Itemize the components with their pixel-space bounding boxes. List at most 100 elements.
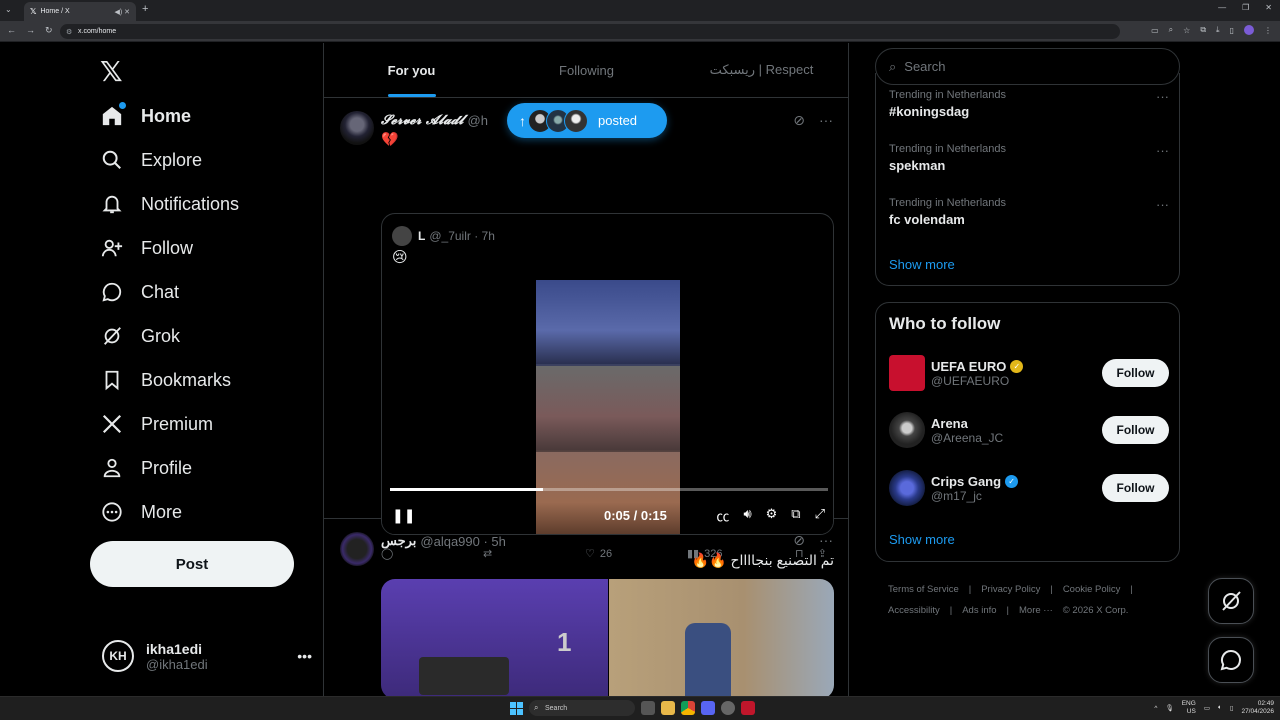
video-progress-bar[interactable] xyxy=(390,488,828,491)
account-switcher[interactable]: KH ikha1edi @ikha1edi ••• xyxy=(102,639,312,673)
windows-taskbar: Search ^ 🎙︎ ENG US ▭ 🔈︎ ▯ 02:49 27/04/20… xyxy=(0,696,1280,720)
footer-more-link[interactable]: More ··· xyxy=(1019,605,1053,616)
star-icon[interactable]: ☆ xyxy=(1183,26,1190,35)
sidebar-item-profile[interactable]: Profile xyxy=(100,453,192,483)
grok-icon[interactable]: ⊘ xyxy=(793,112,805,129)
more-dots-icon[interactable]: ··· xyxy=(1156,89,1169,104)
task-view-icon[interactable] xyxy=(641,701,655,715)
sidepanel-icon[interactable]: ▯ xyxy=(1230,26,1234,35)
battery-icon[interactable]: ▯ xyxy=(1230,704,1234,712)
video-player[interactable]: ❚❚ 0:05 / 0:15 ㏄ 🔊︎ ⚙ ⧉ ⤢ xyxy=(382,280,833,534)
quote-author-name[interactable]: L xyxy=(418,229,425,243)
tab-audio-icon[interactable]: ◀) ✕ xyxy=(114,8,130,16)
sidebar-item-grok[interactable]: Grok xyxy=(100,321,180,351)
follow-suggestion[interactable]: Arena @Areena_JC Follow xyxy=(889,411,1169,449)
menu-icon[interactable]: ⋮ xyxy=(1264,26,1272,35)
search-input[interactable]: ⌕ Search xyxy=(875,48,1180,85)
file-explorer-icon[interactable] xyxy=(661,701,675,715)
sidebar-item-bookmarks[interactable]: Bookmarks xyxy=(100,365,231,395)
who-to-follow-show-more-link[interactable]: Show more xyxy=(889,532,955,547)
browser-tab[interactable]: 𝕏 Home / X ◀) ✕ xyxy=(24,2,136,21)
minimize-icon[interactable]: — xyxy=(1218,3,1226,12)
tweet[interactable]: 𝓢𝓮𝓻𝓿𝓮𝓻 𝓐𝓵𝓪𝓭𝓵 @h ⊘ ··· 💔 L @_7uilr · 7h 😢 xyxy=(324,99,848,560)
site-info-icon[interactable]: ⚙ xyxy=(66,28,72,36)
more-dots-icon[interactable]: ··· xyxy=(1156,197,1169,212)
windows-start-icon[interactable] xyxy=(510,701,523,715)
sidebar-item-more[interactable]: More xyxy=(100,497,182,527)
more-dots-icon[interactable]: ••• xyxy=(297,648,312,664)
footer-link[interactable]: Cookie Policy xyxy=(1063,584,1121,595)
new-posts-pill[interactable]: ↑ posted xyxy=(507,103,667,138)
trend-item[interactable]: Trending in Netherlands spekman ··· xyxy=(889,143,1169,173)
author-name[interactable]: 𝓢𝓮𝓻𝓿𝓮𝓻 𝓐𝓵𝓪𝓭𝓵 xyxy=(381,113,464,128)
tweet-media[interactable]: 1 xyxy=(381,579,834,696)
media-image[interactable]: 1 xyxy=(381,579,608,696)
trends-show-more-link[interactable]: Show more xyxy=(889,257,955,272)
download-icon[interactable]: ⤓ xyxy=(1216,25,1220,35)
footer-link[interactable]: Accessibility xyxy=(888,605,940,616)
close-window-icon[interactable]: ✕ xyxy=(1265,3,1272,12)
quote-author-handle[interactable]: @_7uilr · 7h xyxy=(429,229,495,243)
network-icon[interactable]: ▭ xyxy=(1204,704,1210,712)
mic-icon[interactable]: 🎙︎ xyxy=(1165,704,1173,712)
x-logo-icon[interactable]: 𝕏 xyxy=(100,55,123,88)
follow-suggestion[interactable]: UEFA EURO ✓ @UEFAEURO Follow xyxy=(889,354,1169,392)
author-handle[interactable]: @alqa990 · 5h xyxy=(420,534,505,549)
new-tab-icon[interactable]: + xyxy=(142,3,148,15)
more-dots-icon[interactable]: ··· xyxy=(1156,143,1169,158)
trend-item[interactable]: Trending in Netherlands fc volendam ··· xyxy=(889,197,1169,227)
volume-icon[interactable]: 🔈︎ xyxy=(1218,704,1222,712)
more-dots-icon[interactable]: ··· xyxy=(819,532,833,549)
clock[interactable]: 02:49 27/04/2026 xyxy=(1241,700,1274,716)
sidebar-item-premium[interactable]: Premium xyxy=(100,409,213,439)
taskbar-search[interactable]: Search xyxy=(529,700,635,716)
browser-extensions: ▭ ⌕ ☆ ⧉ ⤓ ▯ ⋮ xyxy=(1151,25,1272,35)
app-icon[interactable] xyxy=(741,701,755,715)
restore-icon[interactable]: ❐ xyxy=(1242,3,1249,12)
tab-following[interactable]: Following xyxy=(499,43,674,97)
zoom-icon[interactable]: ⌕ xyxy=(1169,25,1173,35)
more-dots-icon[interactable]: ··· xyxy=(819,112,833,129)
grok-icon[interactable]: ⊘ xyxy=(793,532,805,549)
sidebar-item-follow[interactable]: Follow xyxy=(100,233,193,263)
chat-float-button[interactable] xyxy=(1208,637,1254,683)
author-name[interactable]: برجس xyxy=(381,533,416,549)
author-handle[interactable]: @h xyxy=(468,113,488,128)
sidebar-item-home[interactable]: Home xyxy=(100,101,191,131)
follow-suggestion[interactable]: Crips Gang ✓ @m17_jc Follow xyxy=(889,469,1169,507)
post-button[interactable]: Post xyxy=(90,541,294,587)
grok-float-button[interactable] xyxy=(1208,578,1254,624)
video-thumbnail-part xyxy=(536,366,680,450)
back-icon[interactable]: ← xyxy=(7,25,16,36)
quoted-tweet[interactable]: L @_7uilr · 7h 😢 ❚❚ 0:05 / 0:15 ㏄ 🔊︎ ⚙ ⧉… xyxy=(381,213,834,535)
profile-avatar-icon[interactable] xyxy=(1244,25,1254,35)
forward-icon[interactable]: → xyxy=(26,25,35,36)
language-indicator[interactable]: ENG US xyxy=(1182,700,1196,716)
chevron-up-icon[interactable]: ^ xyxy=(1154,705,1157,712)
suggestion-handle: @m17_jc xyxy=(931,488,982,503)
follow-button[interactable]: Follow xyxy=(1102,359,1169,387)
trend-topic: fc volendam xyxy=(889,212,965,227)
footer-link[interactable]: Privacy Policy xyxy=(981,584,1040,595)
steam-icon[interactable] xyxy=(721,701,735,715)
sidebar-item-notifications[interactable]: Notifications xyxy=(100,189,239,219)
avatar[interactable] xyxy=(340,532,374,566)
url-input[interactable]: ⚙ x.com/home xyxy=(60,24,1120,39)
footer-link[interactable]: Terms of Service xyxy=(888,584,959,595)
reload-icon[interactable]: ↻ xyxy=(45,25,53,36)
tab-search-icon[interactable]: ⌄ xyxy=(5,5,12,14)
tab-for-you[interactable]: For you xyxy=(324,43,499,97)
media-image[interactable] xyxy=(608,579,834,696)
sidebar-item-chat[interactable]: Chat xyxy=(100,277,179,307)
follow-button[interactable]: Follow xyxy=(1102,474,1169,502)
footer-link[interactable]: Ads info xyxy=(962,605,996,616)
extensions-icon[interactable]: ⧉ xyxy=(1200,25,1206,35)
discord-icon[interactable] xyxy=(701,701,715,715)
trend-item[interactable]: Trending in Netherlands #koningsdag ··· xyxy=(889,89,1169,119)
avatar[interactable] xyxy=(340,111,374,145)
tab-respect[interactable]: ريسبكت | Respect xyxy=(674,43,848,97)
follow-button[interactable]: Follow xyxy=(1102,416,1169,444)
cast-icon[interactable]: ▭ xyxy=(1151,26,1159,35)
sidebar-item-explore[interactable]: Explore xyxy=(100,145,202,175)
chrome-icon[interactable] xyxy=(681,701,695,715)
